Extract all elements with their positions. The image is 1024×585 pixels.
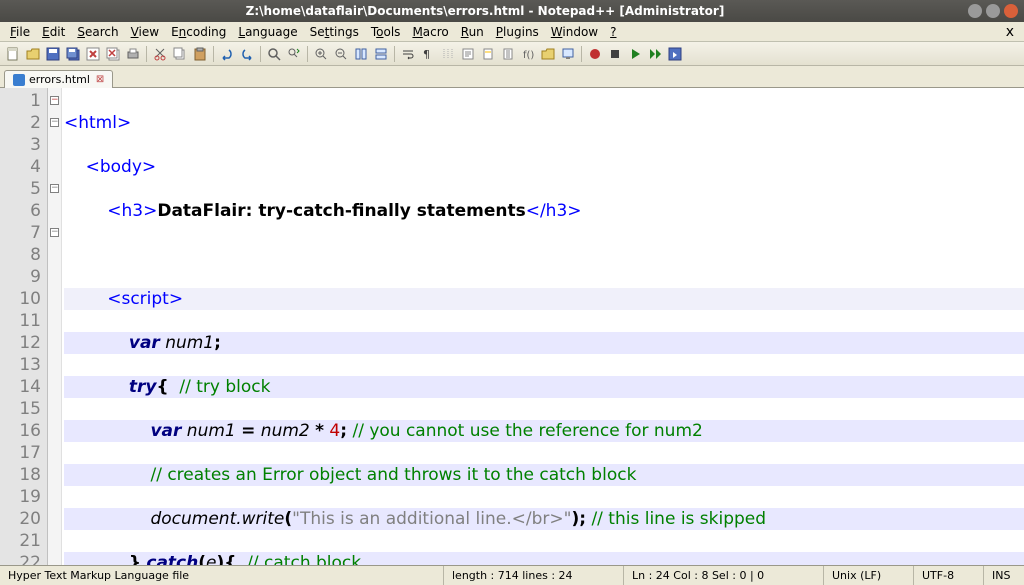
play-multi-icon[interactable] <box>646 45 664 63</box>
title-bar: Z:\home\dataflair\Documents\errors.html … <box>0 0 1024 22</box>
close-all-icon[interactable] <box>104 45 122 63</box>
menu-help[interactable]: ? <box>604 23 622 41</box>
window-title: Z:\home\dataflair\Documents\errors.html … <box>6 4 964 18</box>
menu-encoding[interactable]: Encoding <box>165 23 232 41</box>
tab-label: errors.html <box>29 73 90 86</box>
save-macro-icon[interactable] <box>666 45 684 63</box>
show-chars-icon[interactable]: ¶ <box>419 45 437 63</box>
folder-icon[interactable] <box>539 45 557 63</box>
paste-icon[interactable] <box>191 45 209 63</box>
svg-text:¶: ¶ <box>423 48 430 61</box>
func-list-icon[interactable]: f() <box>519 45 537 63</box>
doc-map-icon[interactable] <box>479 45 497 63</box>
document-close-icon[interactable]: x <box>1000 24 1020 40</box>
file-icon <box>13 74 25 86</box>
menu-search[interactable]: Search <box>71 23 124 41</box>
menu-tools[interactable]: Tools <box>365 23 407 41</box>
monitor-icon[interactable] <box>559 45 577 63</box>
status-bar: Hyper Text Markup Language file length :… <box>0 565 1024 585</box>
menu-view[interactable]: View <box>125 23 165 41</box>
stop-icon[interactable] <box>606 45 624 63</box>
menu-edit[interactable]: Edit <box>36 23 71 41</box>
wordwrap-icon[interactable] <box>399 45 417 63</box>
copy-icon[interactable] <box>171 45 189 63</box>
line-number-gutter: 1234 5678 9101112 13141516 17181920 2122 <box>0 88 48 565</box>
record-icon[interactable] <box>586 45 604 63</box>
menu-language[interactable]: Language <box>232 23 303 41</box>
replace-icon[interactable] <box>285 45 303 63</box>
menu-bar: File Edit Search View Encoding Language … <box>0 22 1024 42</box>
tab-bar: errors.html ⊠ <box>0 66 1024 88</box>
open-file-icon[interactable] <box>24 45 42 63</box>
tab-errors-html[interactable]: errors.html ⊠ <box>4 70 113 88</box>
indent-guide-icon[interactable] <box>439 45 457 63</box>
menu-plugins[interactable]: Plugins <box>490 23 545 41</box>
save-all-icon[interactable] <box>64 45 82 63</box>
menu-run[interactable]: Run <box>455 23 490 41</box>
status-eol: Unix (LF) <box>824 566 914 585</box>
status-position: Ln : 24 Col : 8 Sel : 0 | 0 <box>624 566 824 585</box>
undo-icon[interactable] <box>218 45 236 63</box>
toolbar: ¶ f() <box>0 42 1024 66</box>
menu-window[interactable]: Window <box>545 23 604 41</box>
close-file-icon[interactable] <box>84 45 102 63</box>
editor-area[interactable]: 1234 5678 9101112 13141516 17181920 2122… <box>0 88 1024 565</box>
doc-list-icon[interactable] <box>499 45 517 63</box>
status-encoding: UTF-8 <box>914 566 984 585</box>
find-icon[interactable] <box>265 45 283 63</box>
udl-icon[interactable] <box>459 45 477 63</box>
tab-close-icon[interactable]: ⊠ <box>96 74 104 85</box>
close-button[interactable] <box>1004 4 1018 18</box>
new-file-icon[interactable] <box>4 45 22 63</box>
redo-icon[interactable] <box>238 45 256 63</box>
save-icon[interactable] <box>44 45 62 63</box>
play-icon[interactable] <box>626 45 644 63</box>
fold-gutter[interactable]: −− −− <box>48 88 62 565</box>
cut-icon[interactable] <box>151 45 169 63</box>
status-insert-mode: INS <box>984 566 1024 585</box>
status-language: Hyper Text Markup Language file <box>0 566 444 585</box>
maximize-button[interactable] <box>986 4 1000 18</box>
sync-h-icon[interactable] <box>372 45 390 63</box>
menu-settings[interactable]: Settings <box>304 23 365 41</box>
menu-macro[interactable]: Macro <box>406 23 454 41</box>
zoom-in-icon[interactable] <box>312 45 330 63</box>
svg-text:f(): f() <box>523 50 534 61</box>
sync-v-icon[interactable] <box>352 45 370 63</box>
code-area[interactable]: <html> <body> <h3>DataFlair: try-catch-f… <box>62 88 1024 565</box>
menu-file[interactable]: File <box>4 23 36 41</box>
minimize-button[interactable] <box>968 4 982 18</box>
zoom-out-icon[interactable] <box>332 45 350 63</box>
status-length: length : 714 lines : 24 <box>444 566 624 585</box>
print-icon[interactable] <box>124 45 142 63</box>
